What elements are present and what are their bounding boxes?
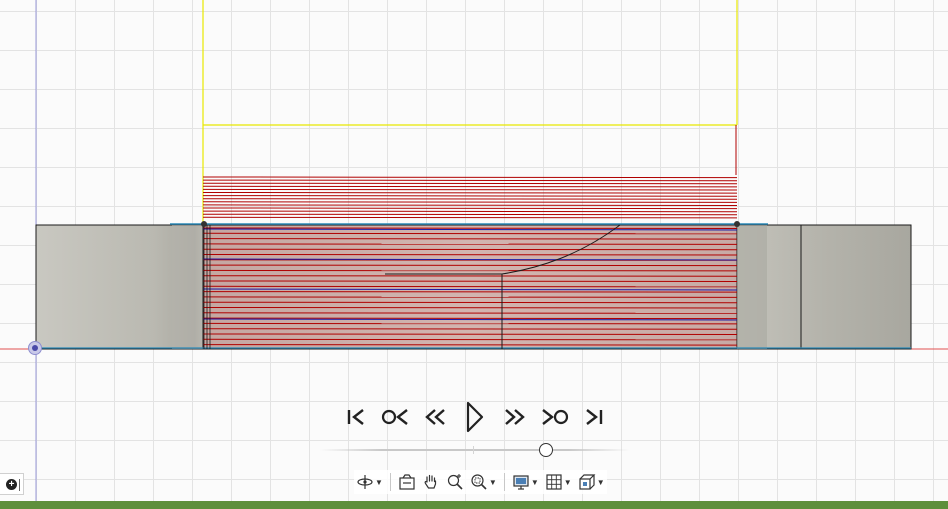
toolpath-pass: [202, 275, 738, 277]
chevron-down-icon: ▼: [530, 477, 539, 487]
pan-hand-icon: [424, 474, 437, 489]
step-back-button[interactable]: [419, 399, 451, 435]
step-forward-icon: [504, 409, 525, 425]
toolpath-pass: [202, 216, 738, 219]
toolpath-pass: [202, 188, 738, 191]
chevron-down-icon: ▼: [375, 477, 383, 487]
toolpath-pass: [202, 176, 738, 179]
toolbar-divider: [503, 473, 505, 491]
look-at-icon: [399, 474, 415, 490]
toolpath-pass: [202, 232, 738, 235]
toolpath-pass: [202, 204, 738, 206]
timeline-handle[interactable]: [539, 443, 554, 457]
previous-operation-button[interactable]: [380, 399, 412, 435]
toolpath-pass: [202, 291, 738, 293]
play-icon: [466, 401, 484, 433]
origin-icon: [28, 341, 42, 355]
toolpath-pass: [202, 213, 738, 216]
chevron-down-icon: ▼: [596, 477, 605, 487]
toolpath-pass: [202, 264, 738, 267]
display-settings-icon: [513, 475, 529, 490]
browser-expand-button[interactable]: +: [0, 473, 24, 495]
toolpath-pass: [202, 227, 738, 229]
next-operation-button[interactable]: [538, 399, 570, 435]
step-forward-button[interactable]: [499, 399, 531, 435]
plus-icon: +: [6, 478, 17, 490]
fit-view-button[interactable]: ▼: [468, 471, 499, 493]
simulation-timeline[interactable]: [320, 443, 630, 457]
skip-to-end-icon: [586, 409, 603, 425]
look-at-button[interactable]: [396, 471, 418, 493]
toolpath-pass: [202, 322, 738, 325]
toolpath-pass: [202, 201, 738, 203]
toolpath-pass: [202, 280, 738, 282]
navigation-toolbar: ▼ ▼ ▼ ▼ ▼: [354, 470, 607, 494]
toolpath-pass: [202, 333, 738, 335]
skip-to-end-button[interactable]: [578, 399, 610, 435]
toolpath-pass: [202, 210, 738, 213]
orbit-button[interactable]: ▼: [354, 471, 385, 493]
zoom-icon: [447, 474, 463, 490]
previous-operation-icon: [381, 409, 408, 425]
toolpath-pass: [202, 254, 738, 256]
chevron-down-icon: ▼: [563, 477, 572, 487]
stock-shading-right: [737, 225, 767, 349]
toolpath-pass: [202, 269, 738, 272]
skip-to-start-button[interactable]: [340, 399, 372, 435]
fit-view-icon: [471, 474, 487, 490]
grid-snaps-icon: [546, 474, 562, 490]
pan-button[interactable]: [420, 471, 442, 493]
toolpath-pass: [202, 307, 738, 309]
step-back-icon: [425, 409, 446, 425]
stock-shading-left: [172, 225, 203, 349]
zoom-button[interactable]: [444, 471, 466, 493]
viewports-button[interactable]: ▼: [576, 471, 607, 493]
display-settings-button[interactable]: ▼: [510, 471, 541, 493]
toolpath-pass: [202, 182, 738, 185]
simulation-playback-bar: [340, 398, 610, 436]
toolpath-pass: [202, 317, 738, 320]
toolpath-pass: [202, 328, 738, 330]
grid-snaps-button[interactable]: ▼: [543, 471, 574, 493]
toolpath-pass: [202, 301, 738, 304]
toolpath-pass: [202, 198, 738, 200]
toolpath-pass: [202, 285, 738, 288]
timeline-track[interactable]: [320, 449, 630, 451]
toolpath-pass: [202, 179, 738, 182]
toolpath-pass: [202, 248, 738, 251]
toolbar-divider: [389, 473, 391, 491]
toolpath-node-right: [734, 221, 740, 227]
divider-bar: [19, 479, 20, 491]
toolpath-pass: [202, 192, 738, 194]
toolpath-pass: [202, 195, 738, 197]
toolpath-pass: [202, 312, 738, 314]
timeline-tick: [473, 446, 474, 454]
toolpath-pass: [202, 207, 738, 210]
play-button[interactable]: [459, 399, 491, 435]
skip-to-start-icon: [347, 409, 364, 425]
stock-box-outline: [202, 0, 738, 225]
status-strip: [0, 501, 948, 509]
viewports-icon: [579, 474, 596, 490]
orbit-icon: [357, 475, 373, 489]
toolpath-pass: [202, 338, 738, 341]
chevron-down-icon: ▼: [488, 477, 497, 487]
toolpath-pass: [202, 243, 738, 245]
toolpath-pass: [202, 296, 738, 298]
toolpath-pass: [202, 238, 738, 240]
toolpath-node-left: [201, 221, 207, 227]
next-operation-icon: [542, 409, 569, 425]
toolpath-pass: [202, 344, 738, 346]
toolpath-pass: [202, 185, 738, 188]
